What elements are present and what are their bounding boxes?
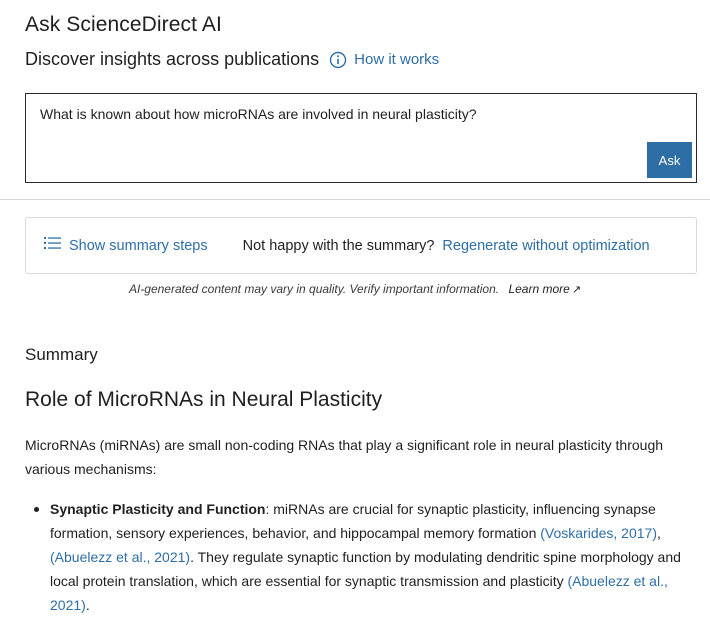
- learn-more-label: Learn more: [508, 282, 570, 296]
- not-happy-text: Not happy with the summary?: [242, 237, 435, 254]
- bullet-list: Synaptic Plasticity and Function: miRNAs…: [34, 497, 700, 617]
- ask-button[interactable]: Ask: [647, 142, 692, 178]
- citation-separator: ,: [656, 525, 661, 541]
- summary-options-bar: Show summary steps Not happy with the su…: [25, 217, 697, 274]
- bullet-end: .: [85, 597, 90, 613]
- divider: [0, 199, 710, 200]
- show-summary-steps-button[interactable]: Show summary steps: [44, 236, 208, 255]
- bullet-title: Synaptic Plasticity and Function: [50, 501, 266, 517]
- page: Ask ScienceDirect AI Discover insights a…: [0, 0, 710, 617]
- citation-link[interactable]: (Abuelezz et al., 2021): [50, 549, 190, 565]
- summary-label: Summary: [25, 345, 98, 364]
- page-subtitle: Discover insights across publications: [25, 49, 320, 69]
- bullet-dot: [34, 507, 39, 512]
- disclaimer-text: AI-generated content may vary in quality…: [128, 282, 500, 296]
- learn-more-link[interactable]: Learn more ↗: [508, 282, 581, 296]
- subtitle-row: Discover insights across publications Ho…: [25, 49, 439, 70]
- app-title: Ask ScienceDirect AI: [25, 13, 222, 36]
- regenerate-link[interactable]: Regenerate without optimization: [442, 238, 649, 254]
- citation-link[interactable]: (Voskarides, 2017): [540, 525, 657, 541]
- query-input[interactable]: What is known about how microRNAs are in…: [25, 93, 697, 183]
- how-it-works-link[interactable]: How it works: [354, 51, 439, 68]
- section-heading: Role of MicroRNAs in Neural Plasticity: [25, 388, 383, 411]
- show-summary-steps-label: Show summary steps: [69, 237, 208, 254]
- list-item: Synaptic Plasticity and Function: miRNAs…: [34, 497, 700, 617]
- intro-paragraph: MicroRNAs (miRNAs) are small non-coding …: [25, 437, 664, 477]
- disclaimer-row: AI-generated content may vary in quality…: [0, 282, 710, 296]
- info-circle-icon[interactable]: [329, 51, 347, 69]
- query-text[interactable]: What is known about how microRNAs are in…: [40, 106, 477, 122]
- external-arrow-icon: ↗: [571, 284, 582, 296]
- list-icon: [44, 236, 61, 255]
